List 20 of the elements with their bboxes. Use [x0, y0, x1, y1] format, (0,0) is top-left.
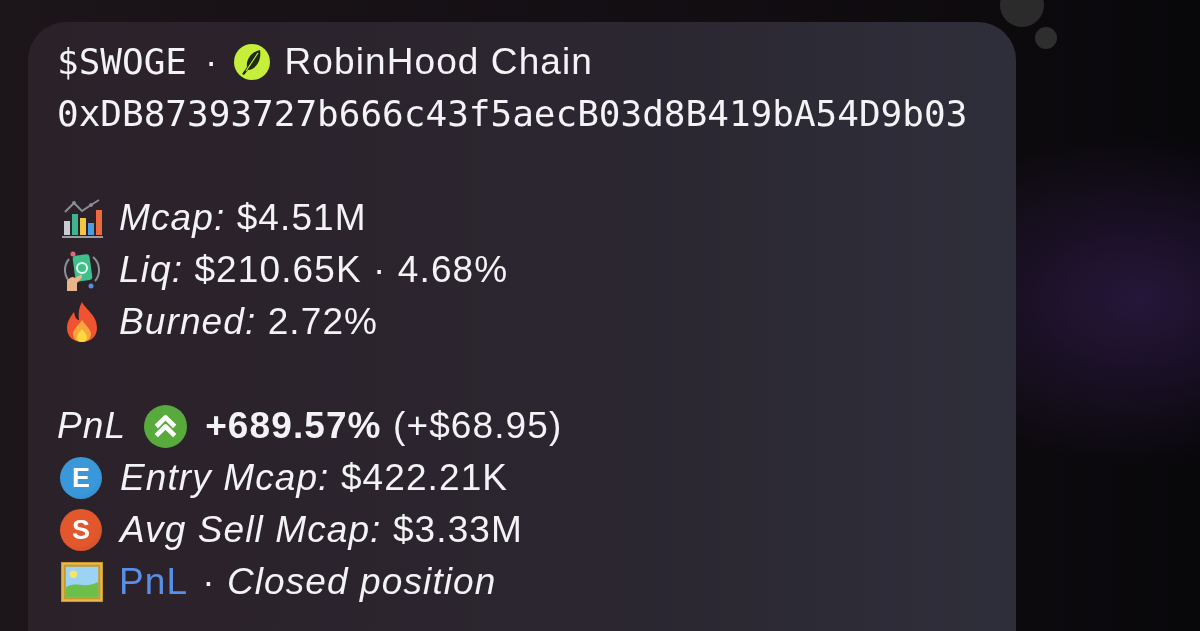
separator-dot: · [205, 39, 219, 84]
contract-address: 0xDB87393727b666c43f5aecB03d8B419bA54D9b03 [57, 92, 968, 136]
stat-line: Mcap: $4.51M [119, 195, 367, 240]
leaf-logo-icon [234, 44, 271, 80]
double-chevron-up-icon [144, 404, 188, 448]
pnl-link[interactable]: PnL [119, 559, 189, 605]
trade-stat-line: Entry Mcap: $422.21K [120, 455, 509, 500]
letter-circle-icon: E [60, 457, 102, 499]
position-status: · Closed position [202, 559, 497, 604]
bar-chart-icon [61, 197, 103, 239]
stat-line: Burned: 2.72% [119, 299, 379, 344]
pnl-label: PnL [57, 403, 127, 448]
hand-phone-icon [61, 249, 103, 291]
letter-circle-icon: S [60, 509, 102, 551]
stat-line: Liq: $210.65K · 4.68% [119, 247, 509, 292]
token-symbol: $SWOGE [57, 40, 188, 84]
trade-stat-line: Avg Sell Mcap: $3.33M [120, 507, 523, 552]
chain-name: RobinHood Chain [284, 39, 594, 84]
framed-picture-icon [61, 561, 103, 603]
pnl-result: +689.57% (+$68.95) [205, 403, 563, 448]
